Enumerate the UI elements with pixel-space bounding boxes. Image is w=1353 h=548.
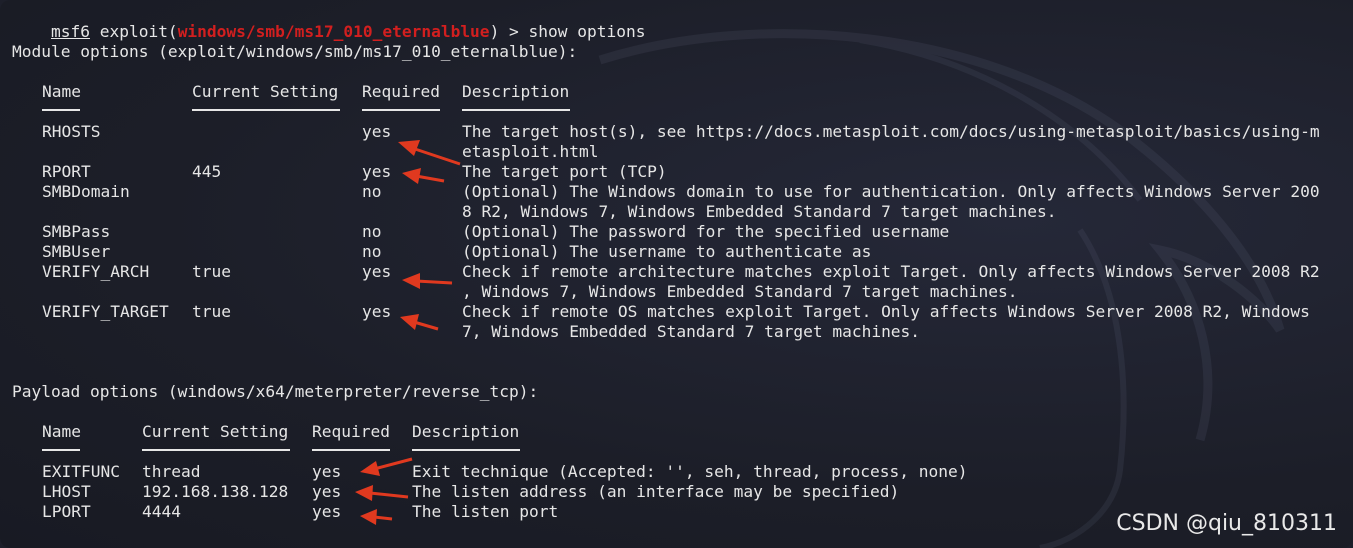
annotation-arrow-icon — [400, 314, 439, 331]
annotation-arrow-icon — [360, 509, 393, 525]
terminal-window[interactable]: msf6 exploit(windows/smb/ms17_010_eterna… — [0, 0, 1353, 548]
annotation-arrow-icon — [402, 273, 453, 289]
annotation-arrows — [355, 140, 461, 525]
watermark: CSDN @qiu_810311 — [1116, 511, 1337, 536]
annotation-arrow-icon — [402, 168, 445, 184]
annotation-arrow-icon — [360, 457, 413, 476]
annotation-arrow-icon — [355, 485, 409, 501]
annotation-arrow-icon — [398, 140, 461, 166]
